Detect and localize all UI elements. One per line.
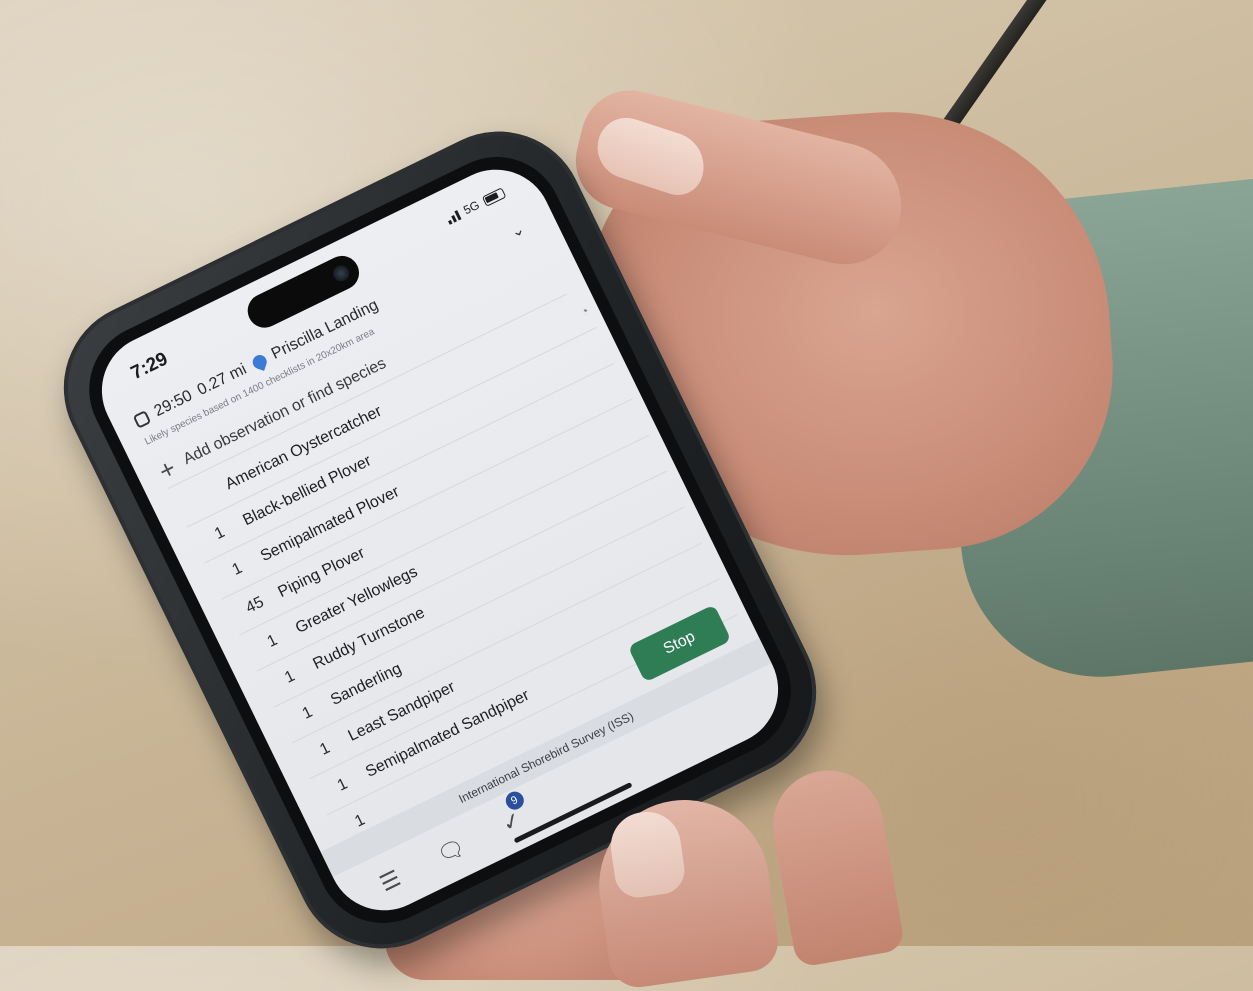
species-count[interactable] — [178, 486, 227, 510]
speech-bubble-icon[interactable]: 🗨 — [433, 834, 470, 870]
camera-icon — [330, 262, 352, 285]
chevron-down-icon[interactable]: ⌄ — [507, 219, 528, 243]
hamburger-icon[interactable]: ☰ — [376, 865, 405, 897]
signal-bars-icon — [445, 208, 462, 225]
timer-icon — [132, 410, 152, 429]
network-label: 5G — [461, 197, 482, 218]
check-badge: 9 — [502, 788, 527, 813]
status-time: 7:29 — [127, 348, 172, 385]
left-index-finger — [764, 761, 906, 969]
status-indicators: 5G — [444, 185, 507, 225]
checkmark-icon[interactable]: ✓ 9 — [498, 788, 527, 837]
photo-scene: 7:29 5G 29:50 0.27 mi Priscilla Landing — [0, 0, 1253, 991]
plus-icon[interactable]: + — [154, 453, 181, 487]
battery-icon — [481, 186, 507, 207]
location-pin-icon — [250, 353, 269, 372]
